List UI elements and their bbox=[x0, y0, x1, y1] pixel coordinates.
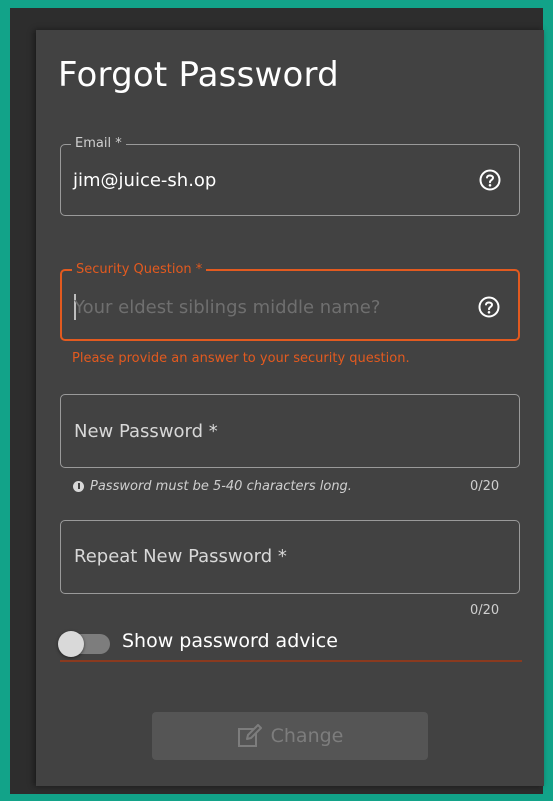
email-value[interactable]: jim@juice-sh.op bbox=[73, 170, 216, 191]
toggle-thumb[interactable] bbox=[58, 631, 84, 657]
edit-icon bbox=[237, 724, 263, 748]
repeat-password-counter: 0/20 bbox=[470, 603, 500, 618]
password-hint: Password must be 5-40 characters long. bbox=[73, 479, 352, 494]
page-title: Forgot Password bbox=[58, 55, 339, 95]
new-password-label: New Password * bbox=[74, 421, 218, 442]
security-question-field[interactable]: Security Question * Your eldest siblings… bbox=[60, 262, 520, 341]
password-advice-label[interactable]: Show password advice bbox=[122, 630, 338, 652]
change-button[interactable]: Change bbox=[152, 712, 428, 760]
new-password-counter: 0/20 bbox=[470, 479, 500, 494]
change-button-label: Change bbox=[270, 725, 344, 747]
new-password-field[interactable]: New Password * bbox=[60, 394, 520, 468]
security-question-placeholder[interactable]: Your eldest siblings middle name? bbox=[74, 297, 380, 318]
repeat-password-field[interactable]: Repeat New Password * bbox=[60, 520, 520, 594]
email-field[interactable]: Email * jim@juice-sh.op bbox=[60, 136, 520, 216]
help-circle-icon[interactable] bbox=[478, 296, 500, 318]
info-icon bbox=[73, 481, 84, 492]
divider bbox=[60, 660, 522, 662]
email-label: Email * bbox=[71, 136, 126, 152]
security-question-label: Security Question * bbox=[72, 262, 207, 278]
repeat-password-label: Repeat New Password * bbox=[74, 546, 287, 567]
security-question-error: Please provide an answer to your securit… bbox=[72, 351, 410, 366]
password-hint-text: Password must be 5-40 characters long. bbox=[90, 479, 352, 494]
help-circle-icon[interactable] bbox=[479, 169, 501, 191]
